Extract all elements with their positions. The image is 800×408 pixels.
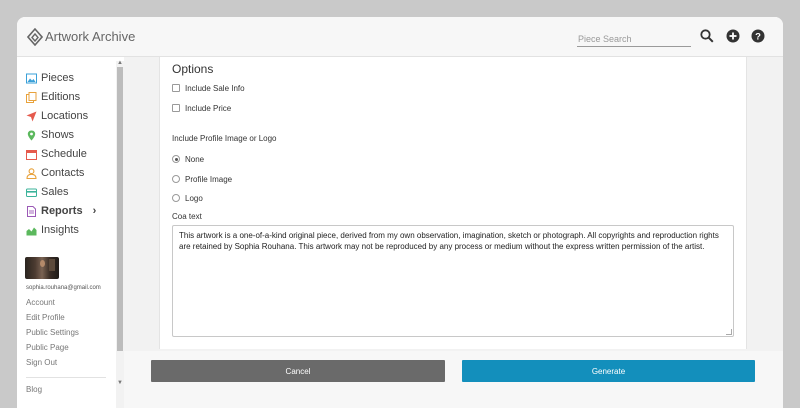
user-icon <box>26 167 37 179</box>
edit-profile-link[interactable]: Edit Profile <box>26 313 65 322</box>
radio-none-label[interactable]: None <box>185 155 204 164</box>
radio-profile-image[interactable] <box>172 175 180 183</box>
public-page-link[interactable]: Public Page <box>26 343 69 352</box>
location-arrow-icon <box>26 111 37 121</box>
top-bar: Artwork Archive ? <box>17 17 783 57</box>
app-title[interactable]: Artwork Archive <box>45 29 135 44</box>
chevron-right-icon: › <box>92 205 97 217</box>
sidebar-item-label: Shows <box>41 129 75 141</box>
pieces-icon <box>26 73 37 83</box>
search-icon[interactable] <box>700 29 714 43</box>
calendar-icon <box>26 149 37 160</box>
user-email: sophia.rouhana@gmail.com <box>26 285 101 291</box>
coa-text-label: Coa text <box>172 212 202 221</box>
blog-link[interactable]: Blog <box>26 385 42 394</box>
scroll-up-arrow-icon[interactable]: ▲ <box>117 60 123 67</box>
radio-profile-image-label[interactable]: Profile Image <box>185 175 232 184</box>
artwork-archive-logo-icon[interactable] <box>27 28 43 46</box>
sidebar-item-editions[interactable]: Editions <box>26 89 80 105</box>
generate-button[interactable]: Generate <box>462 360 755 382</box>
options-heading: Options <box>172 62 214 76</box>
map-pin-icon <box>27 130 36 140</box>
account-link[interactable]: Account <box>26 298 55 307</box>
credit-card-icon <box>26 188 37 197</box>
sidebar-item-pieces[interactable]: Pieces <box>26 70 74 86</box>
scroll-down-arrow-icon[interactable]: ▼ <box>117 380 123 387</box>
question-circle-icon[interactable]: ? <box>751 29 765 43</box>
sidebar-item-label: Insights <box>41 224 79 236</box>
profile-image-section-label: Include Profile Image or Logo <box>172 134 277 143</box>
coa-textarea[interactable]: This artwork is a one-of-a-kind original… <box>172 225 734 337</box>
plus-circle-icon[interactable] <box>726 29 740 43</box>
sidebar-item-shows[interactable]: Shows <box>26 127 74 143</box>
sidebar-item-locations[interactable]: Locations <box>26 108 88 124</box>
sidebar-item-label: Schedule <box>41 148 87 160</box>
sidebar-item-insights[interactable]: Insights <box>26 222 79 238</box>
radio-logo[interactable] <box>172 194 180 202</box>
public-settings-link[interactable]: Public Settings <box>26 328 79 337</box>
sidebar-item-label: Reports <box>41 205 83 217</box>
sidebar-item-label: Pieces <box>41 72 75 84</box>
editions-icon <box>26 91 37 103</box>
sidebar-item-sales[interactable]: Sales <box>26 184 69 200</box>
resize-handle-icon[interactable] <box>726 329 732 335</box>
coa-text-content: This artwork is a one-of-a-kind original… <box>179 231 719 251</box>
sidebar-item-label: Contacts <box>41 167 85 179</box>
document-icon <box>27 205 36 217</box>
sign-out-link[interactable]: Sign Out <box>26 358 57 367</box>
area-chart-icon <box>26 227 37 235</box>
search-input[interactable] <box>577 31 691 47</box>
radio-none[interactable] <box>172 155 180 163</box>
include-price-label[interactable]: Include Price <box>185 104 231 113</box>
sidebar-item-contacts[interactable]: Contacts <box>26 165 84 181</box>
app-window: Artwork Archive ? Pieces Editions <box>17 17 783 408</box>
sidebar-scroll-thumb[interactable] <box>117 67 123 351</box>
sidebar-item-label: Locations <box>41 110 89 122</box>
cancel-button[interactable]: Cancel <box>151 360 445 382</box>
sidebar-divider <box>26 377 106 378</box>
sidebar-item-label: Sales <box>41 186 69 198</box>
include-price-checkbox[interactable] <box>172 104 180 112</box>
avatar[interactable] <box>25 257 59 279</box>
radio-logo-label[interactable]: Logo <box>185 194 203 203</box>
sidebar-item-reports[interactable]: Reports › <box>26 203 96 219</box>
sidebar-item-label: Editions <box>41 91 81 103</box>
svg-text:?: ? <box>755 32 761 43</box>
include-sale-info-label[interactable]: Include Sale Info <box>185 84 245 93</box>
include-sale-info-checkbox[interactable] <box>172 84 180 92</box>
sidebar-item-schedule[interactable]: Schedule <box>26 146 87 162</box>
